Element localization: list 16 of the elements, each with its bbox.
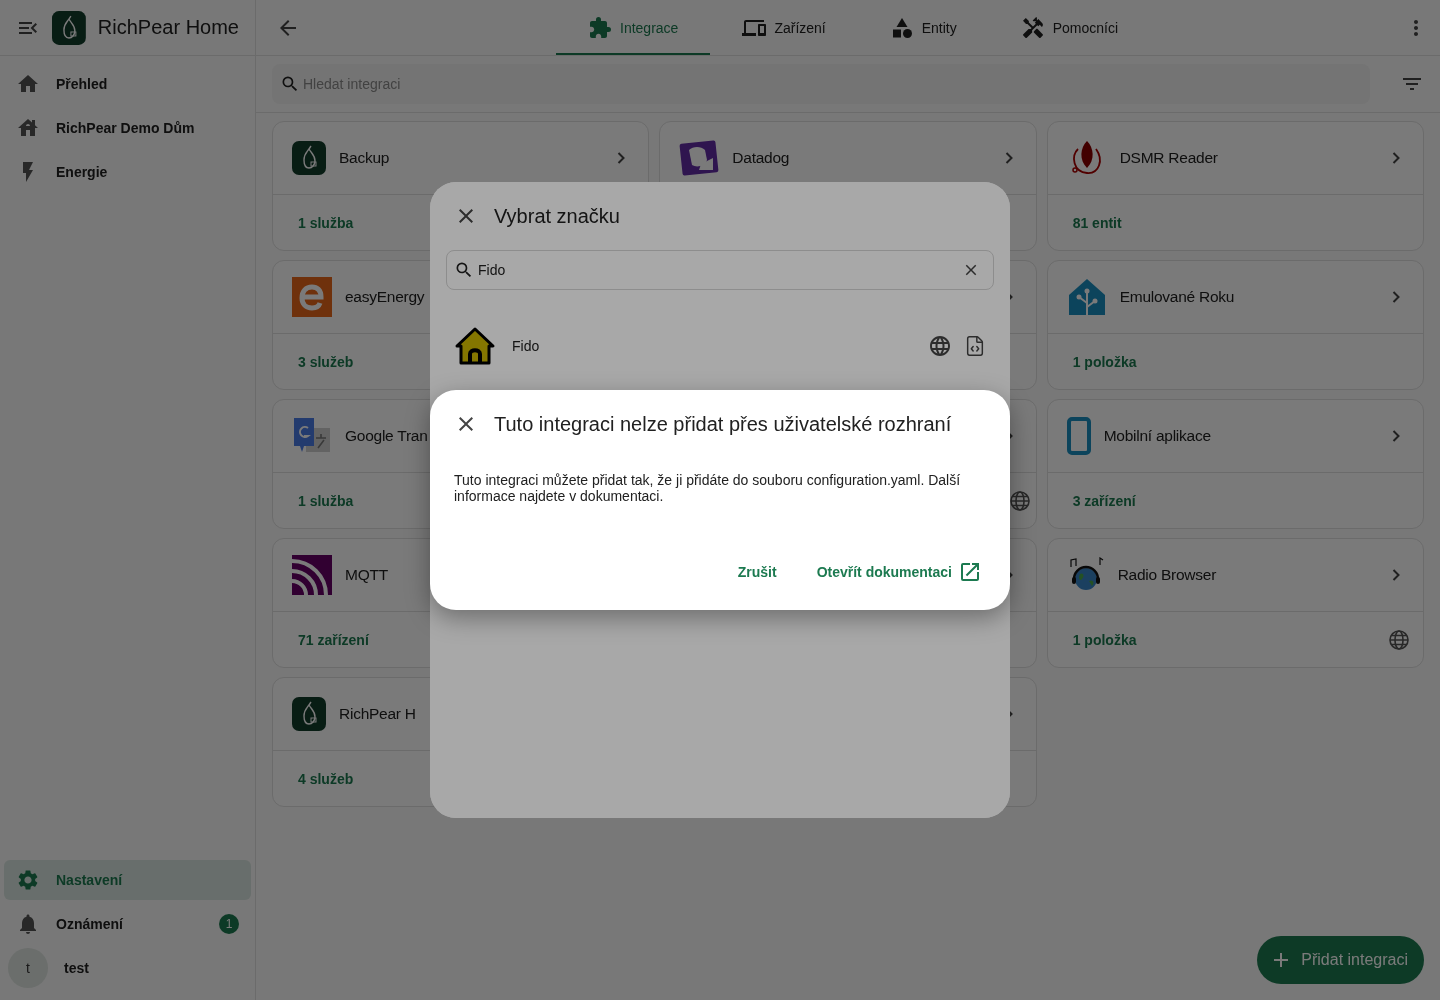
dialog-title: Tuto integraci nelze přidat přes uživatelské rozhraní: [494, 412, 952, 436]
integration-title: easyEnergy: [345, 288, 425, 306]
integration-title: Emulované Roku: [1119, 288, 1235, 306]
integration-title: DSMR Reader: [1119, 149, 1218, 167]
integration-title: RichPear H: [339, 705, 416, 723]
integration-title: Mobilní aplikace: [1103, 427, 1211, 445]
dialog-message: Tuto integraci můžete přidat tak, že ji přidáte do souboru configuration.yaml. Další informace najdete v dokumentaci.: [454, 472, 962, 504]
integration-title: MQTT: [345, 566, 388, 584]
integration-title: Google Tran: [345, 427, 428, 445]
integration-title: Radio Browser: [1117, 566, 1217, 584]
app-title: RichPear Home: [97, 16, 239, 39]
brand-name: Fido: [512, 338, 540, 354]
integration-title: Backup: [339, 149, 390, 167]
dialog-title: Vybrat značku: [494, 204, 620, 228]
integration-title: Datadog: [732, 149, 790, 167]
notification-badge: 1: [219, 914, 239, 934]
